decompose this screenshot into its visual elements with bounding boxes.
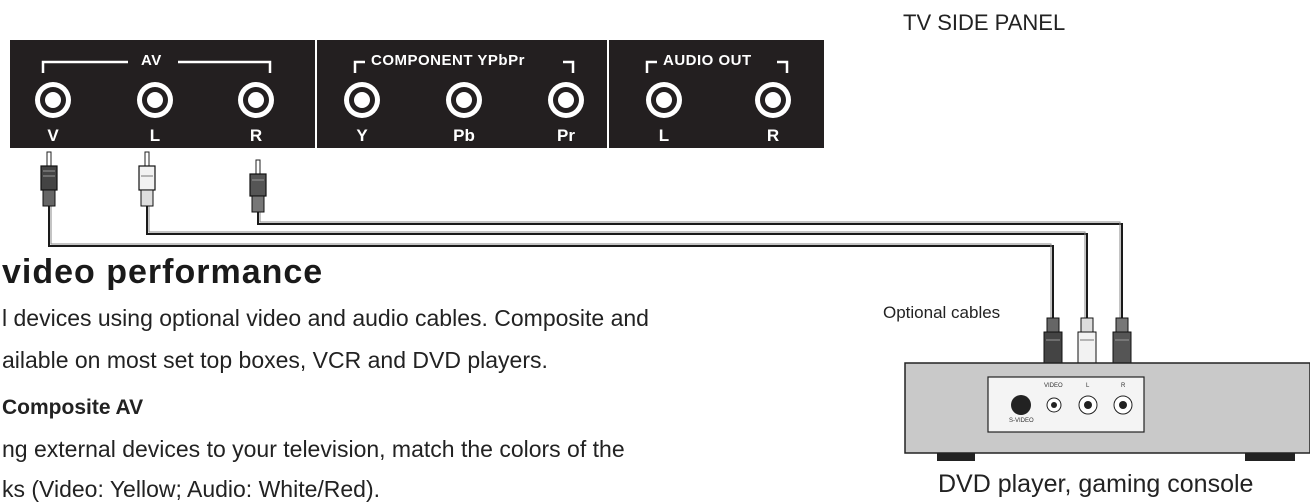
plug-left-top bbox=[138, 151, 156, 207]
device-jack-label-l: L bbox=[1086, 383, 1090, 389]
subheading: Composite AV bbox=[2, 396, 144, 419]
cable-right bbox=[257, 210, 1123, 318]
section-heading: video performance bbox=[2, 253, 324, 291]
jack-device-l bbox=[1078, 395, 1098, 415]
plug-video-top bbox=[40, 151, 58, 207]
cables-label: Optional cables bbox=[883, 303, 1001, 322]
paragraph1-line2: ailable on most set top boxes, VCR and D… bbox=[2, 347, 548, 373]
device-label: DVD player, gaming console bbox=[938, 470, 1254, 498]
jack-device-svideo bbox=[1011, 395, 1031, 415]
cable-diagram bbox=[40, 151, 1310, 461]
plug-right-top bbox=[249, 159, 267, 213]
dvd-player-device bbox=[904, 362, 1310, 461]
paragraph1-line1: l devices using optional video and audio… bbox=[2, 305, 649, 331]
device-jack-label-r: R bbox=[1121, 383, 1126, 389]
jack-device-r bbox=[1113, 395, 1133, 415]
jack-device-video bbox=[1046, 397, 1062, 413]
device-jack-label-video: VIDEO bbox=[1044, 383, 1063, 389]
paragraph2-line1: ng external devices to your television, … bbox=[2, 436, 625, 462]
device-jack-label-svideo: S-VIDEO bbox=[1009, 418, 1034, 424]
